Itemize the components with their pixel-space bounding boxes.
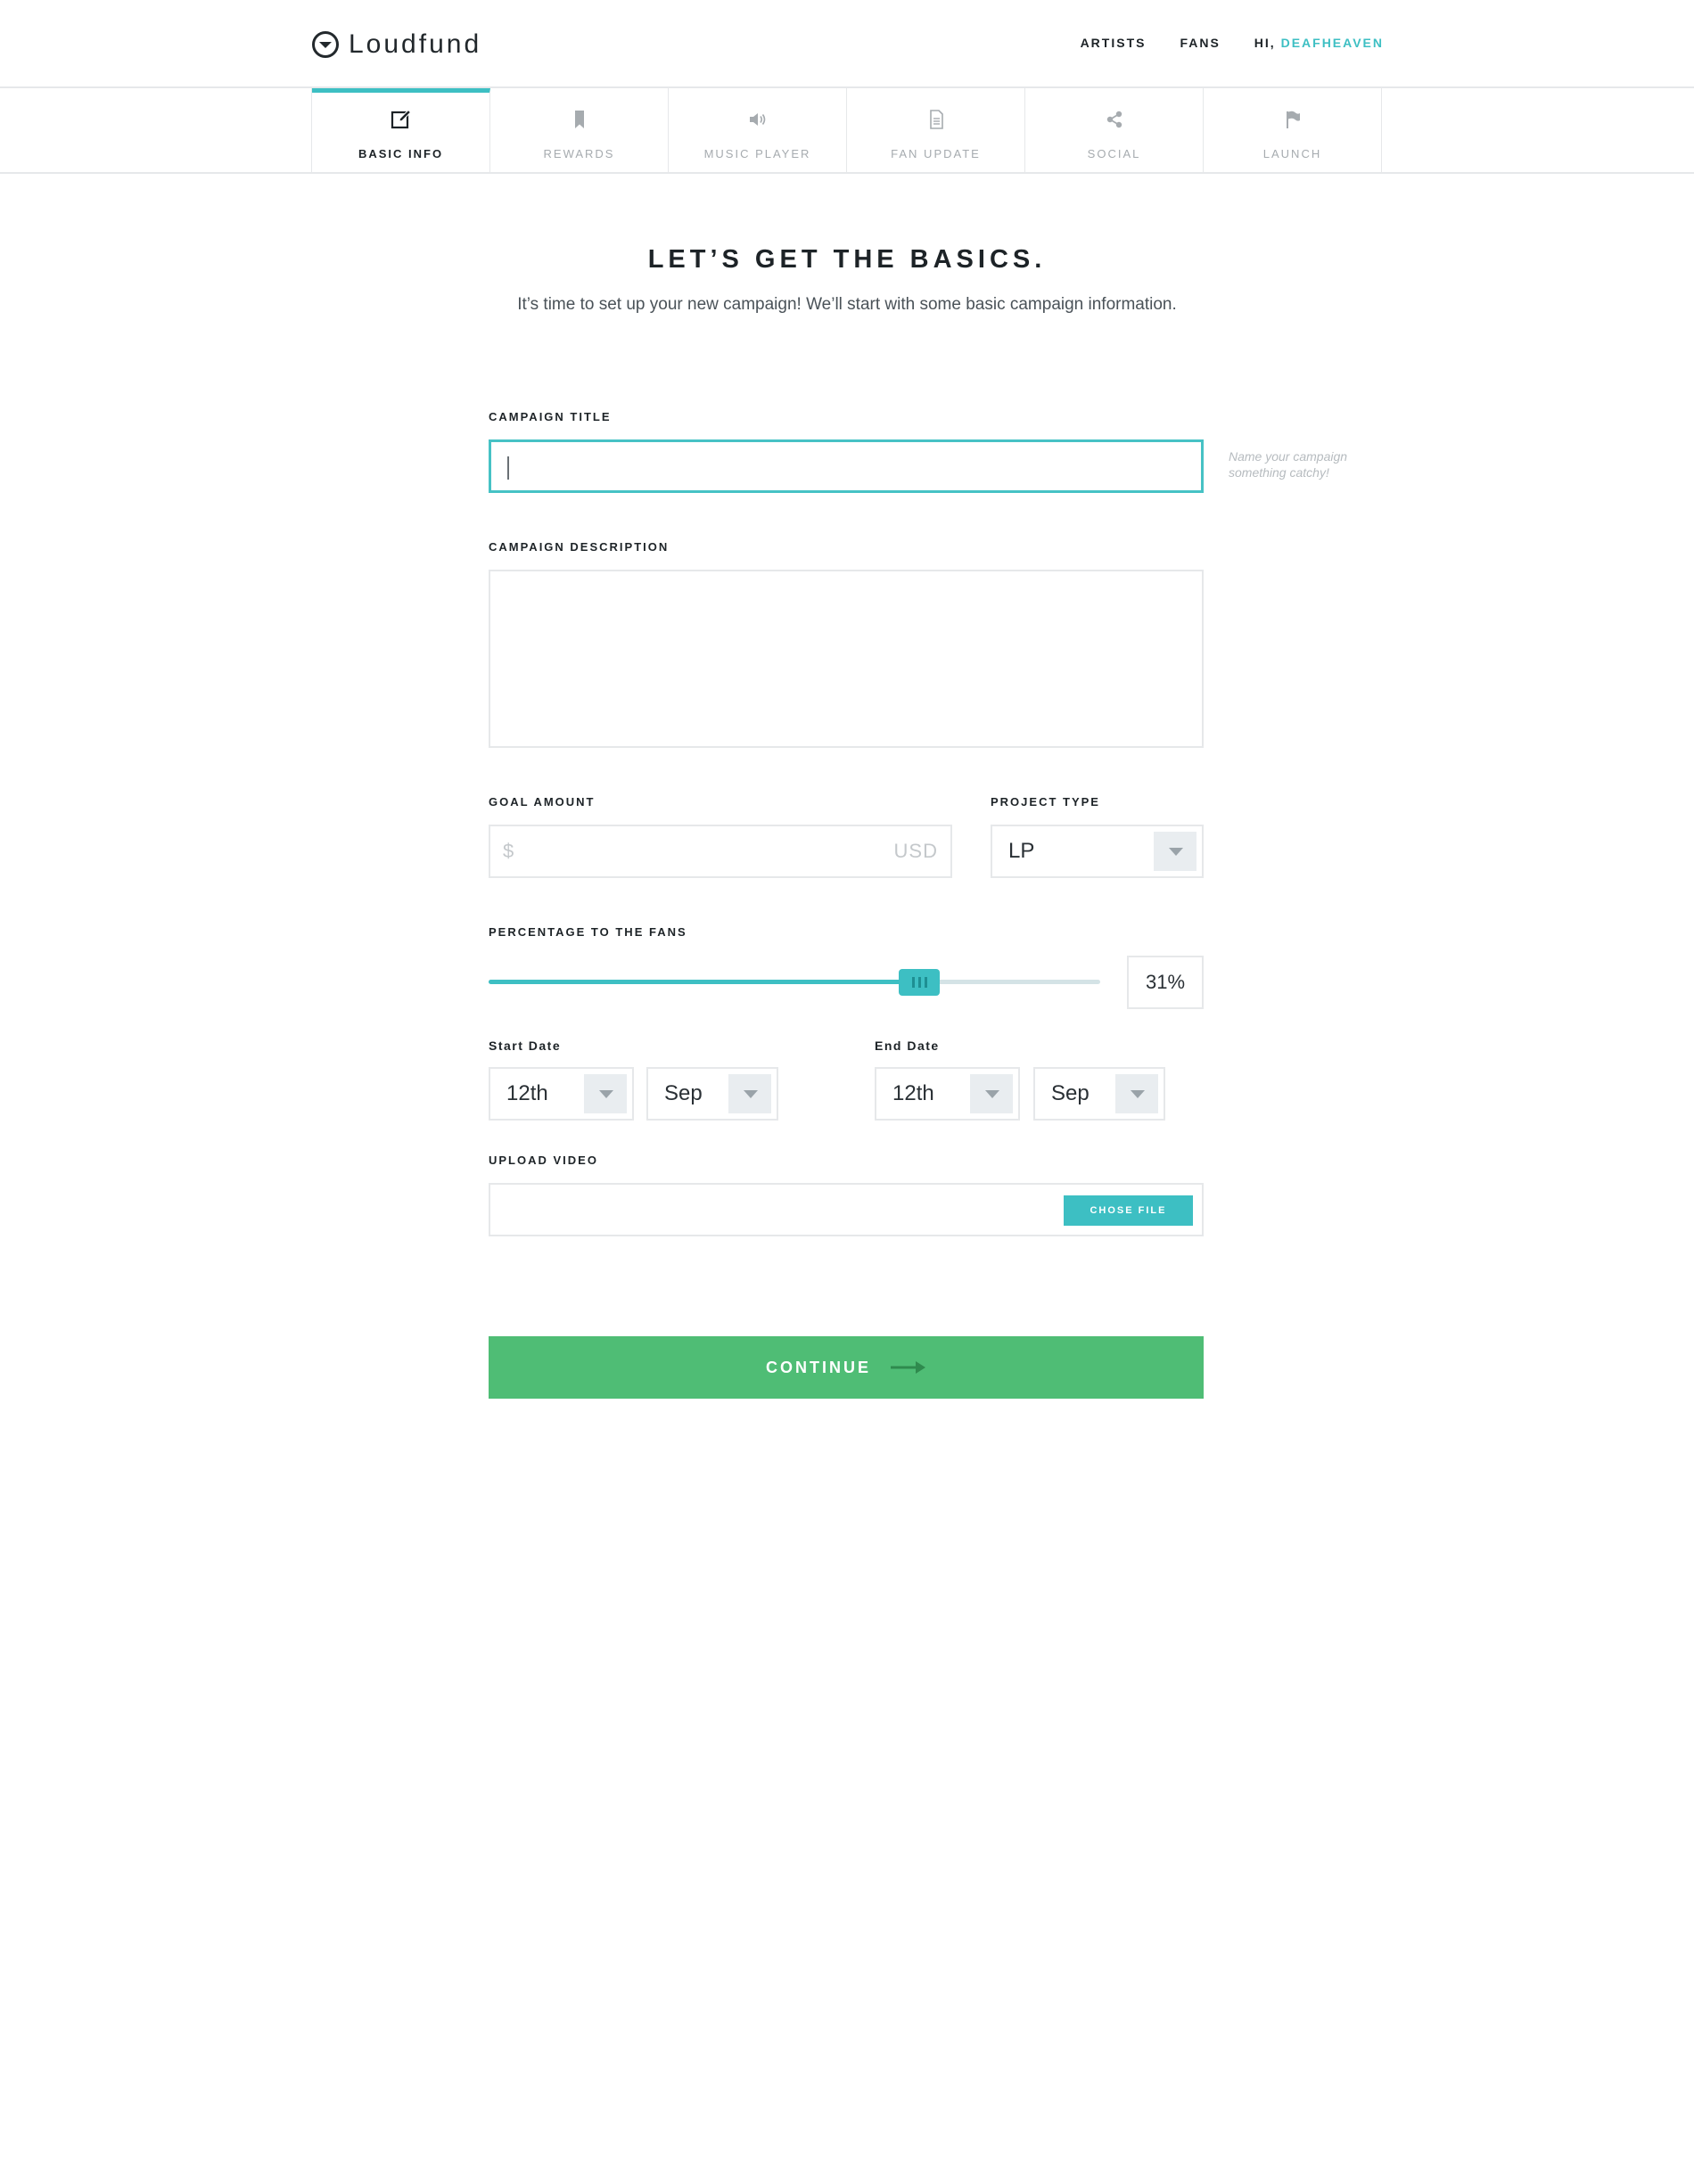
tab-label: BASIC INFO	[358, 147, 444, 160]
percentage-value[interactable]: 31%	[1127, 956, 1204, 1009]
continue-label: CONTINUE	[766, 1358, 871, 1376]
document-icon	[929, 110, 943, 129]
start-month-value: Sep	[664, 1081, 703, 1105]
chevron-down-icon[interactable]	[1115, 1074, 1158, 1113]
chevron-down-icon[interactable]	[1154, 832, 1196, 871]
tab-label: LAUNCH	[1262, 147, 1322, 160]
start-day-select[interactable]: 12th	[489, 1067, 634, 1121]
tab-fan-update[interactable]: FAN UPDATE	[847, 88, 1025, 174]
tab-social[interactable]: SOCIAL	[1025, 88, 1204, 174]
arrow-right-icon	[891, 1361, 925, 1374]
page-title: LET’S GET THE BASICS.	[647, 245, 1047, 274]
brand-logo[interactable]: Loudfund	[311, 29, 481, 61]
currency-prefix: $	[503, 840, 514, 862]
percentage-label: PERCENTAGE TO THE FANS	[489, 925, 687, 939]
step-tabs: BASIC INFO REWARDS MUSIC PLAYER FAN UPDA…	[311, 88, 1382, 174]
chevron-down-icon[interactable]	[970, 1074, 1013, 1113]
campaign-title-hint: Name your campaign something catchy!	[1229, 449, 1348, 480]
end-day-value: 12th	[892, 1081, 934, 1105]
currency-suffix: USD	[893, 840, 938, 862]
greeting-text: HI,	[1254, 36, 1276, 50]
share-icon	[1106, 111, 1122, 128]
slider-handle[interactable]	[899, 969, 940, 996]
nav-artists-link[interactable]: ARTISTS	[1081, 36, 1147, 50]
end-day-select[interactable]: 12th	[875, 1067, 1020, 1121]
tab-basic-info[interactable]: BASIC INFO	[312, 88, 490, 174]
start-day-value: 12th	[506, 1081, 548, 1105]
percentage-slider[interactable]	[489, 969, 1100, 996]
brand-name: Loudfund	[349, 29, 482, 59]
logo-icon	[312, 31, 339, 58]
goal-amount-input[interactable]: $ USD	[489, 825, 952, 878]
end-month-value: Sep	[1051, 1081, 1090, 1105]
start-month-select[interactable]: Sep	[646, 1067, 778, 1121]
tab-label: FAN UPDATE	[891, 147, 981, 160]
username: DEAFHEAVEN	[1280, 36, 1384, 50]
edit-icon	[391, 109, 411, 129]
nav-fans-link[interactable]: FANS	[1180, 36, 1220, 50]
continue-button[interactable]: CONTINUE	[489, 1336, 1204, 1399]
upload-video-field[interactable]: CHOSE FILE	[489, 1183, 1204, 1236]
campaign-title-input[interactable]	[489, 439, 1204, 493]
end-month-select[interactable]: Sep	[1033, 1067, 1165, 1121]
top-nav: ARTISTS FANS HI, DEAFHEAVEN	[1047, 36, 1384, 50]
campaign-description-label: CAMPAIGN DESCRIPTION	[489, 540, 670, 554]
campaign-title-label: CAMPAIGN TITLE	[489, 410, 612, 423]
project-type-label: PROJECT TYPE	[991, 795, 1100, 809]
tab-rewards[interactable]: REWARDS	[490, 88, 669, 174]
flag-icon	[1286, 111, 1300, 128]
step-tabs-bar: BASIC INFO REWARDS MUSIC PLAYER FAN UPDA…	[0, 88, 1694, 174]
chevron-down-icon[interactable]	[728, 1074, 771, 1113]
project-type-select[interactable]: LP	[991, 825, 1204, 878]
tab-label: REWARDS	[543, 147, 615, 160]
campaign-description-textarea[interactable]	[489, 570, 1204, 748]
chevron-down-icon[interactable]	[584, 1074, 627, 1113]
project-type-value: LP	[1008, 839, 1035, 863]
end-date-label: End Date	[875, 1039, 940, 1053]
tab-label: SOCIAL	[1087, 147, 1141, 160]
user-greeting[interactable]: HI, DEAFHEAVEN	[1254, 36, 1384, 50]
speaker-icon	[749, 113, 765, 126]
tab-music-player[interactable]: MUSIC PLAYER	[669, 88, 847, 174]
top-header: Loudfund ARTISTS FANS HI, DEAFHEAVEN	[0, 0, 1694, 88]
text-caret	[507, 456, 509, 480]
bookmark-icon	[574, 111, 584, 128]
upload-video-label: UPLOAD VIDEO	[489, 1154, 598, 1167]
slider-fill	[489, 980, 919, 984]
tab-launch[interactable]: LAUNCH	[1204, 88, 1382, 174]
choose-file-button[interactable]: CHOSE FILE	[1064, 1195, 1193, 1226]
tab-label: MUSIC PLAYER	[703, 147, 811, 160]
start-date-label: Start Date	[489, 1039, 562, 1053]
page-subtitle: It’s time to set up your new campaign! W…	[517, 295, 1177, 314]
goal-amount-label: GOAL AMOUNT	[489, 795, 596, 809]
